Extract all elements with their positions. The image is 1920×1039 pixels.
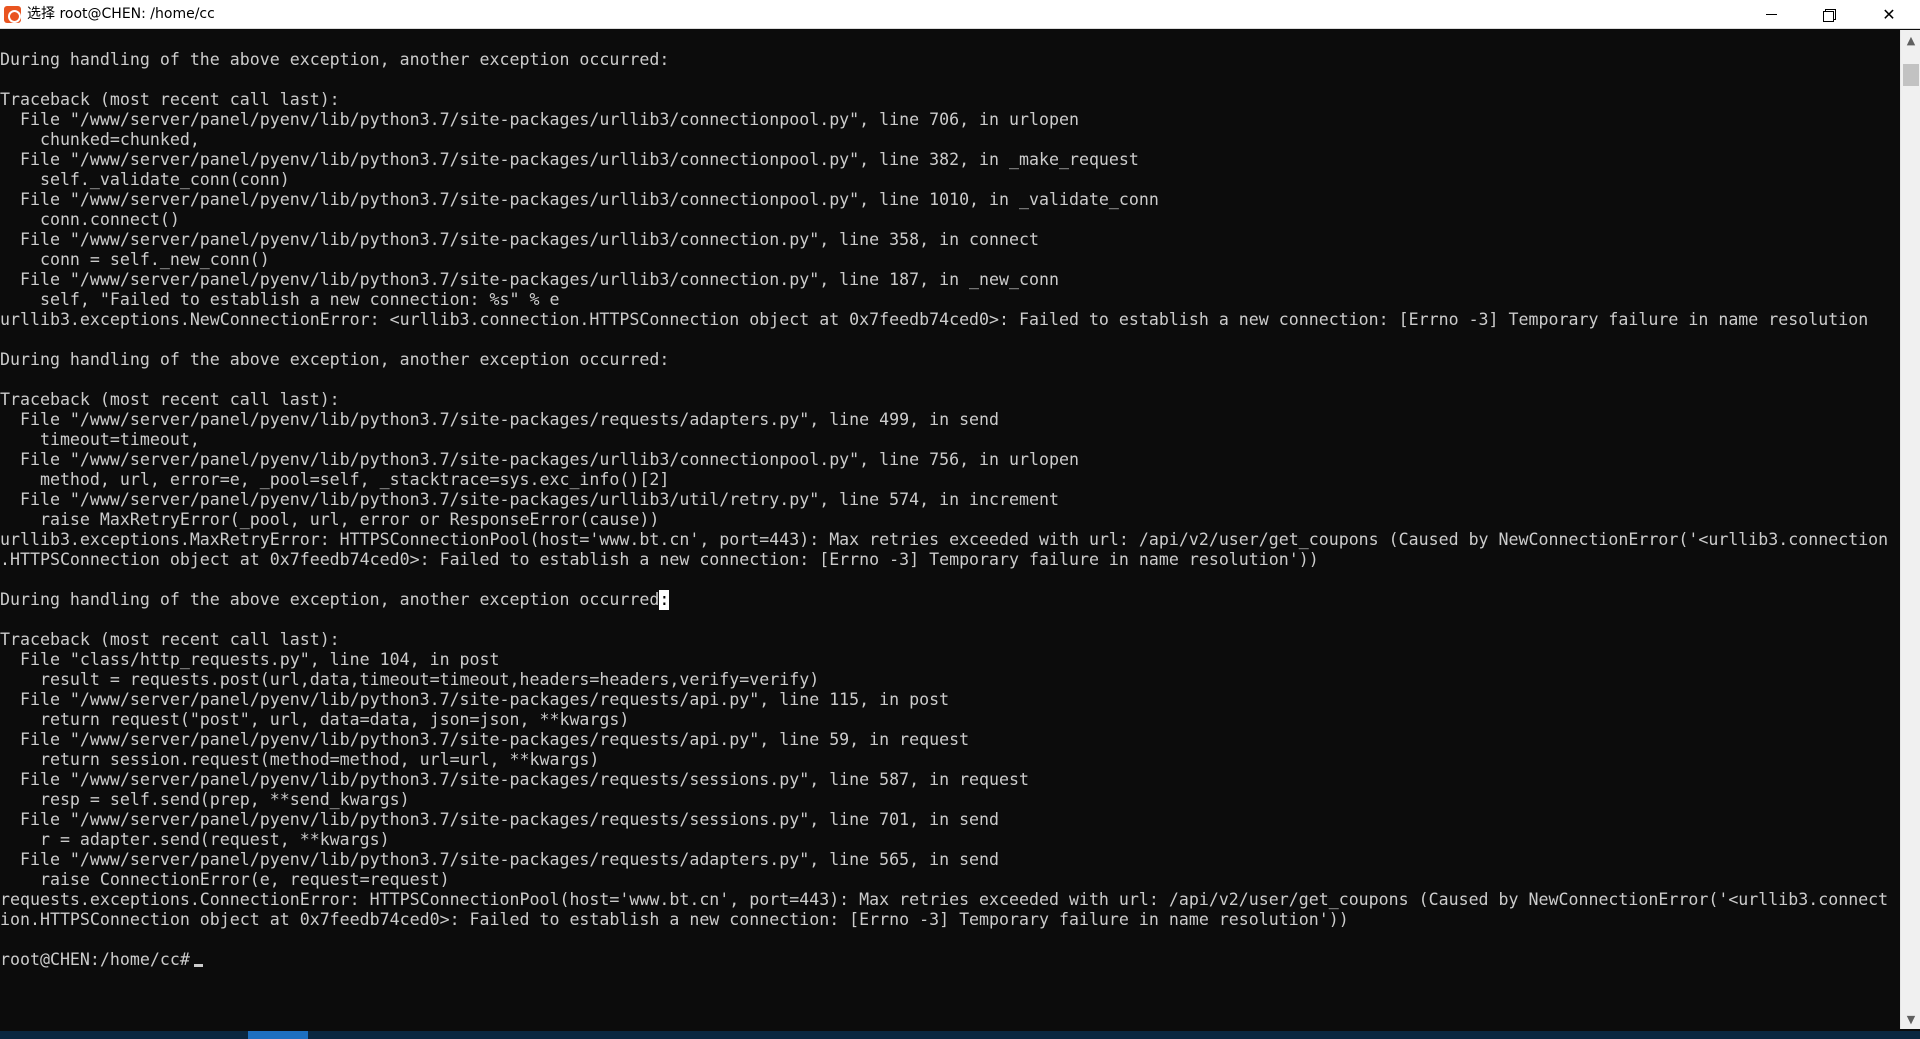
- terminal-line: File "/www/server/panel/pyenv/lib/python…: [0, 490, 1059, 509]
- ubuntu-terminal-icon[interactable]: [4, 6, 21, 23]
- terminal-line: File "/www/server/panel/pyenv/lib/python…: [0, 690, 950, 709]
- terminal-line: conn.connect(): [0, 210, 180, 229]
- terminal-line: File "/www/server/panel/pyenv/lib/python…: [0, 270, 1059, 289]
- taskbar-active-item[interactable]: [248, 1031, 308, 1039]
- terminal-line: File "/www/server/panel/pyenv/lib/python…: [0, 150, 1139, 169]
- terminal-line: return session.request(method=method, ur…: [0, 750, 600, 769]
- minimize-icon: [1765, 14, 1777, 15]
- text-cursor: [193, 964, 203, 967]
- terminal-line: urllib3.exceptions.NewConnectionError: <…: [0, 310, 1869, 329]
- scroll-down-icon[interactable]: ▼: [1901, 1009, 1920, 1029]
- close-icon: ✕: [1882, 5, 1896, 24]
- terminal-line: ion.HTTPSConnection object at 0x7feedb74…: [0, 910, 1349, 929]
- terminal-line: chunked=chunked,: [0, 130, 200, 149]
- terminal-line: raise MaxRetryError(_pool, url, error or…: [0, 510, 660, 529]
- terminal-line: During handling of the above exception, …: [0, 590, 670, 610]
- terminal-line: File "class/http_requests.py", line 104,…: [0, 650, 500, 669]
- terminal-line: self._validate_conn(conn): [0, 170, 290, 189]
- window-title: 选择 root@CHEN: /home/cc: [27, 6, 215, 22]
- shell-prompt: root@CHEN:/home/cc#: [0, 950, 190, 969]
- terminal-line: return request("post", url, data=data, j…: [0, 710, 630, 729]
- terminal-lines: During handling of the above exception, …: [0, 50, 1900, 970]
- terminal-line: raise ConnectionError(e, request=request…: [0, 870, 450, 889]
- terminal-line: Traceback (most recent call last):: [0, 390, 340, 409]
- terminal-line: requests.exceptions.ConnectionError: HTT…: [0, 890, 1889, 909]
- scroll-up-icon[interactable]: ▲: [1901, 30, 1920, 50]
- shell-prompt-line[interactable]: root@CHEN:/home/cc#: [0, 950, 1900, 970]
- terminal-output[interactable]: During handling of the above exception, …: [0, 30, 1900, 1029]
- terminal-line: timeout=timeout,: [0, 430, 200, 449]
- terminal-line: .HTTPSConnection object at 0x7feedb74ced…: [0, 550, 1319, 569]
- terminal-line: File "/www/server/panel/pyenv/lib/python…: [0, 810, 1000, 829]
- terminal-line: File "/www/server/panel/pyenv/lib/python…: [0, 230, 1039, 249]
- selected-text: :: [659, 590, 670, 610]
- close-button[interactable]: ✕: [1858, 0, 1920, 29]
- terminal-line: During handling of the above exception, …: [0, 50, 670, 69]
- scrollbar-thumb[interactable]: [1903, 64, 1919, 86]
- terminal-line: File "/www/server/panel/pyenv/lib/python…: [0, 450, 1079, 469]
- title-bar[interactable]: 选择 root@CHEN: /home/cc ✕: [0, 0, 1920, 29]
- terminal-line: During handling of the above exception, …: [0, 350, 670, 369]
- terminal-line: File "/www/server/panel/pyenv/lib/python…: [0, 770, 1029, 789]
- terminal-line: r = adapter.send(request, **kwargs): [0, 830, 390, 849]
- terminal-line: File "/www/server/panel/pyenv/lib/python…: [0, 190, 1159, 209]
- restore-button[interactable]: [1800, 0, 1858, 29]
- terminal-line: result = requests.post(url,data,timeout=…: [0, 670, 820, 689]
- vertical-scrollbar[interactable]: ▲ ▼: [1900, 30, 1920, 1029]
- terminal-line: urllib3.exceptions.MaxRetryError: HTTPSC…: [0, 530, 1889, 549]
- terminal-line: resp = self.send(prep, **send_kwargs): [0, 790, 410, 809]
- terminal-line: method, url, error=e, _pool=self, _stack…: [0, 470, 670, 489]
- terminal-line: File "/www/server/panel/pyenv/lib/python…: [0, 730, 970, 749]
- terminal-line: Traceback (most recent call last):: [0, 630, 340, 649]
- restore-icon: [1823, 8, 1836, 22]
- terminal-line: File "/www/server/panel/pyenv/lib/python…: [0, 850, 1000, 869]
- minimize-button[interactable]: [1742, 0, 1800, 29]
- terminal-line: Traceback (most recent call last):: [0, 90, 340, 109]
- terminal-line: File "/www/server/panel/pyenv/lib/python…: [0, 410, 1000, 429]
- terminal-line: conn = self._new_conn(): [0, 250, 270, 269]
- terminal-line: self, "Failed to establish a new connect…: [0, 290, 560, 309]
- terminal-line: File "/www/server/panel/pyenv/lib/python…: [0, 110, 1079, 129]
- terminal-window: 选择 root@CHEN: /home/cc ✕ During handling…: [0, 0, 1920, 1039]
